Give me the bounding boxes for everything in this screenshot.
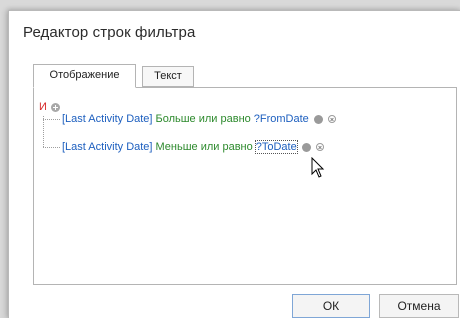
gear-icon[interactable] [301,142,311,152]
gear-icon[interactable] [313,114,323,124]
add-condition-icon[interactable] [50,102,60,112]
condition-value[interactable]: ?FromDate [254,113,309,125]
close-icon[interactable] [315,143,324,151]
tab-text[interactable]: Текст [142,66,194,87]
condition-operator[interactable]: Больше или равно [155,113,250,125]
ok-button[interactable]: ОК [292,294,370,318]
condition-operator[interactable]: Меньше или равно [155,141,252,153]
tab-display[interactable]: Отображение [33,64,136,88]
filter-editor-dialog: Редактор строк фильтра Отображение Текст… [8,10,460,318]
condition-row: [Last Activity Date] Меньше или равно ?T… [43,140,324,154]
tree-branch [43,118,60,120]
screen: Редактор строк фильтра Отображение Текст… [0,0,460,318]
filter-tree-panel: И [Last Activity Date] Больше или равно … [33,87,457,285]
condition-field[interactable]: [Last Activity Date] [62,113,152,125]
tree-branch [43,146,60,148]
mouse-pointer-icon [311,157,325,178]
cancel-button[interactable]: Отмена [379,294,459,318]
close-icon[interactable] [327,115,336,123]
condition-field[interactable]: [Last Activity Date] [62,141,152,153]
condition-row: [Last Activity Date] Больше или равно ?F… [43,112,336,126]
condition-value[interactable]: ?ToDate [254,140,298,154]
dialog-title: Редактор строк фильтра [23,24,196,41]
